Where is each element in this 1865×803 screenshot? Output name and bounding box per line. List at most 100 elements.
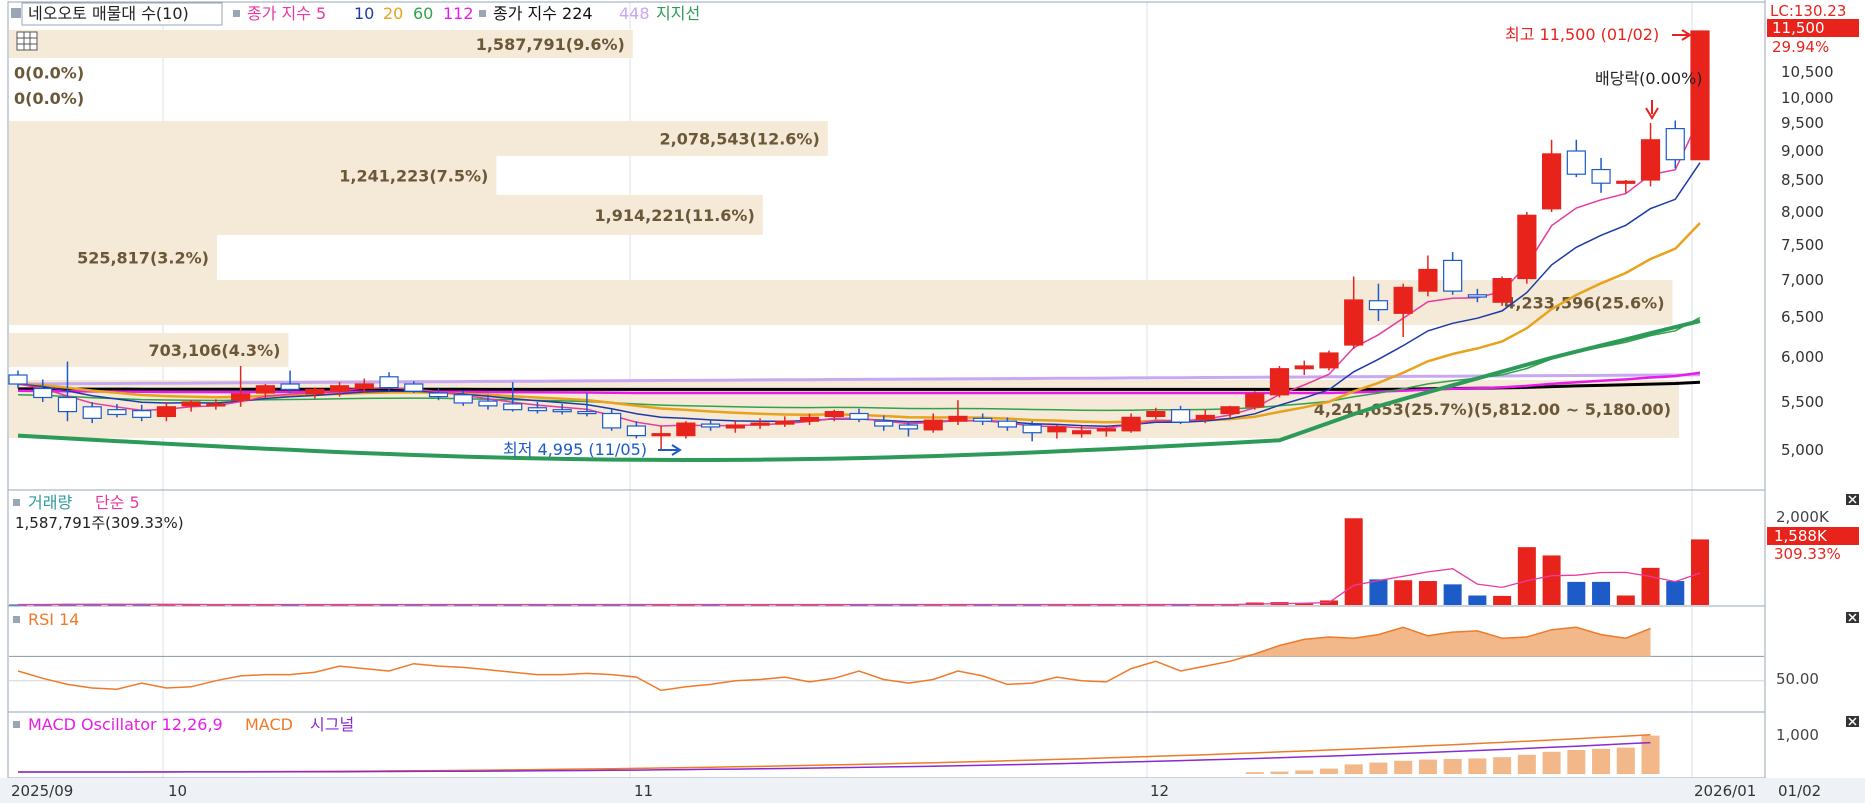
candle-body[interactable]: [132, 410, 152, 418]
close-icon[interactable]: [1846, 494, 1859, 505]
candle-body[interactable]: [948, 415, 968, 422]
candle-body[interactable]: [8, 374, 28, 385]
close-icon[interactable]: [1846, 612, 1859, 623]
candle-body[interactable]: [1517, 214, 1537, 280]
candle-body[interactable]: [1022, 424, 1042, 434]
candle-body[interactable]: [527, 407, 548, 412]
candle-body[interactable]: [1344, 299, 1364, 346]
candle-body[interactable]: [1393, 286, 1413, 314]
candle-body[interactable]: [231, 393, 251, 401]
legend-rsi[interactable]: RSI 14: [28, 610, 79, 629]
volume-bar[interactable]: [1567, 581, 1586, 605]
candle-body[interactable]: [997, 420, 1018, 428]
candle-body[interactable]: [255, 385, 275, 394]
candle-body[interactable]: [1467, 294, 1487, 298]
legend-ma5[interactable]: 종가 지수 5: [247, 4, 326, 23]
volume-bar[interactable]: [1418, 581, 1437, 605]
candle-body[interactable]: [379, 376, 399, 389]
candle-body[interactable]: [329, 385, 350, 392]
candle-body[interactable]: [700, 423, 721, 428]
candle-body[interactable]: [1220, 406, 1240, 415]
volume-bar[interactable]: [1344, 518, 1363, 605]
candle-body[interactable]: [1121, 416, 1141, 432]
candle-body[interactable]: [874, 420, 894, 427]
close-icon[interactable]: [1846, 716, 1859, 727]
candle-body[interactable]: [552, 409, 572, 413]
candle-body[interactable]: [428, 392, 449, 398]
candle-body[interactable]: [923, 419, 943, 431]
candle-body[interactable]: [1443, 259, 1463, 292]
candle-body[interactable]: [1566, 150, 1586, 175]
legend-ma112[interactable]: 112: [443, 4, 474, 23]
candle-body[interactable]: [354, 383, 374, 390]
candle-body[interactable]: [453, 394, 473, 404]
candle-body[interactable]: [206, 403, 226, 407]
volume-bar[interactable]: [1443, 584, 1462, 605]
candle-body[interactable]: [775, 420, 795, 425]
candle-body[interactable]: [1269, 368, 1290, 396]
candle-body[interactable]: [1690, 30, 1710, 161]
candle-body[interactable]: [1096, 428, 1116, 432]
candle-body[interactable]: [1170, 409, 1191, 423]
candle-body[interactable]: [1492, 278, 1512, 303]
volume-bar[interactable]: [1641, 567, 1660, 605]
candle-body[interactable]: [33, 387, 53, 399]
candle-body[interactable]: [181, 401, 201, 407]
volume-bar[interactable]: [1592, 581, 1611, 605]
candle-body[interactable]: [57, 396, 78, 413]
chart-canvas[interactable]: 1,587,791(9.6%) 0(0.0%) 0(0.0%) 2,078,543(1…: [0, 0, 1865, 803]
candle-body[interactable]: [503, 403, 523, 411]
legend-ma60[interactable]: 60: [413, 4, 433, 23]
volume-bar[interactable]: [1666, 581, 1685, 605]
legend-ma224[interactable]: 종가 지수 224: [493, 4, 593, 23]
candle-body[interactable]: [973, 417, 993, 422]
volume-bar[interactable]: [1468, 595, 1487, 606]
volume-bar[interactable]: [1517, 547, 1536, 605]
volume-bar[interactable]: [1493, 595, 1512, 605]
candle-body[interactable]: [478, 400, 498, 407]
table-grid-icon[interactable]: [16, 31, 38, 51]
candle-body[interactable]: [824, 411, 844, 418]
volume-bar[interactable]: [1691, 539, 1709, 605]
candle-body[interactable]: [676, 422, 696, 437]
legend-signal[interactable]: 시그널: [310, 715, 354, 734]
candle-body[interactable]: [602, 412, 622, 429]
candle-body[interactable]: [1541, 153, 1562, 210]
candle-body[interactable]: [626, 425, 646, 437]
candle-body[interactable]: [1368, 300, 1389, 311]
candle-body[interactable]: [1640, 139, 1661, 181]
candle-body[interactable]: [156, 406, 177, 417]
candle-body[interactable]: [1418, 268, 1438, 292]
legend-ma10[interactable]: 10: [354, 4, 374, 23]
volume-bar[interactable]: [1394, 580, 1413, 605]
candle-body[interactable]: [107, 409, 127, 416]
candle-body[interactable]: [651, 433, 671, 437]
candle-body[interactable]: [1294, 365, 1314, 370]
candle-body[interactable]: [577, 411, 597, 415]
volume-bar[interactable]: [1616, 595, 1635, 606]
candle-body[interactable]: [849, 412, 869, 420]
candle-body[interactable]: [1072, 430, 1092, 435]
candle-body[interactable]: [82, 406, 102, 419]
candle-body[interactable]: [404, 383, 424, 392]
candle-body[interactable]: [305, 388, 325, 395]
candle-body[interactable]: [280, 383, 300, 391]
candle-body[interactable]: [725, 424, 745, 429]
legend-ma448[interactable]: 448: [619, 4, 650, 23]
candle-body[interactable]: [1195, 414, 1215, 420]
candle-body[interactable]: [750, 422, 770, 426]
legend-volume[interactable]: 거래량: [28, 493, 72, 512]
candle-body[interactable]: [1047, 426, 1067, 433]
legend-volume-profile[interactable]: 네오오토 매물대 수(10): [28, 4, 189, 23]
volume-bar[interactable]: [1369, 579, 1388, 605]
legend-volume-ma[interactable]: 단순 5: [95, 493, 140, 512]
candle-body[interactable]: [898, 424, 919, 430]
candle-body[interactable]: [1146, 411, 1166, 418]
legend-macd-osc[interactable]: MACD Oscillator 12,26,9: [28, 715, 223, 734]
legend-macd[interactable]: MACD: [245, 715, 293, 734]
candle-body[interactable]: [1665, 128, 1685, 161]
volume-bar[interactable]: [1542, 555, 1561, 605]
candle-body[interactable]: [1319, 352, 1339, 369]
candle-body[interactable]: [1616, 180, 1636, 184]
legend-support[interactable]: 지지선: [656, 4, 700, 23]
